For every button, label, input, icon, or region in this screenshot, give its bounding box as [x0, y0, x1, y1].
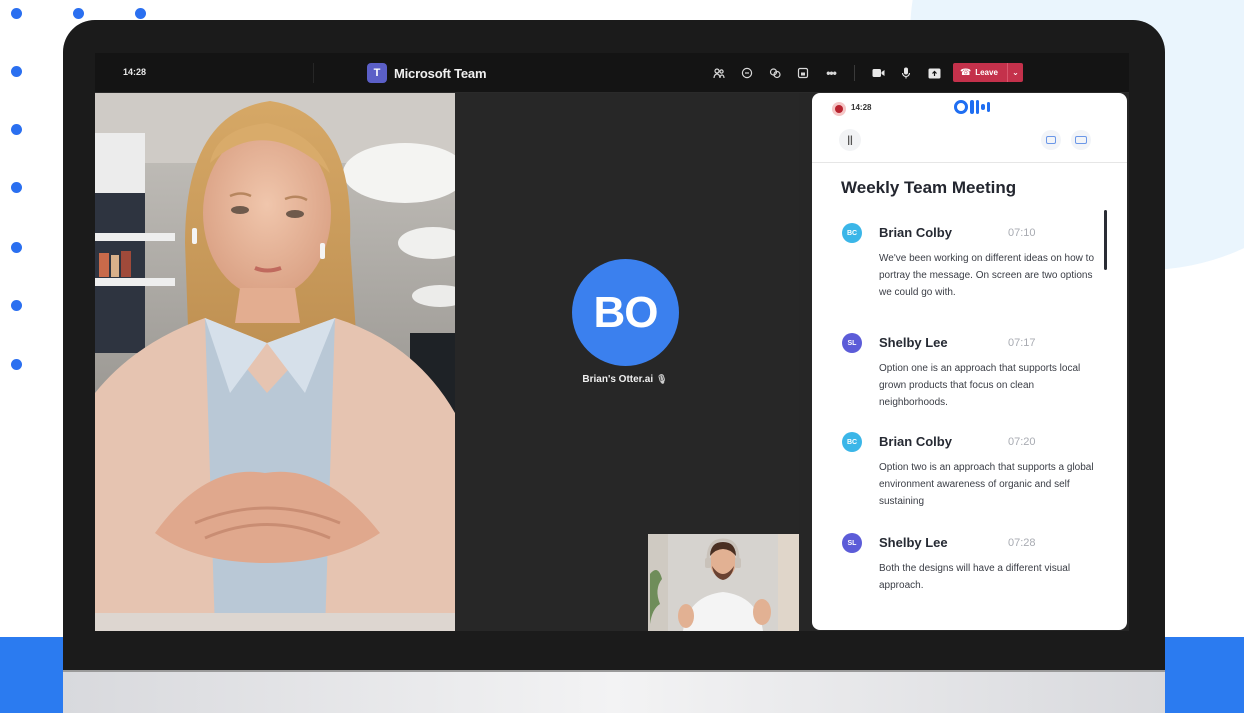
participants-icon [713, 68, 725, 79]
mic-off-icon: 🎙 [656, 374, 668, 384]
entry-timestamp: 07:20 [1008, 436, 1036, 448]
app-title: Microsoft Team [394, 65, 487, 81]
speaker-avatar: BC [842, 432, 862, 452]
chevron-down-icon[interactable]: ⌄ [1007, 63, 1023, 82]
captions-button[interactable] [1071, 130, 1091, 150]
participants-button[interactable] [710, 64, 728, 82]
teams-logo-icon: T [367, 63, 387, 83]
notes-button[interactable] [1041, 130, 1061, 150]
meeting-title: Weekly Team Meeting [841, 178, 1017, 197]
speaker-avatar: BC [842, 223, 862, 243]
decor-dot [11, 242, 22, 253]
camera-icon [872, 69, 884, 77]
decor-dot [11, 66, 22, 77]
entry-timestamp: 07:10 [1008, 227, 1036, 239]
decor-dot [135, 8, 146, 19]
entry-text: Both the designs will have a different v… [879, 563, 1071, 591]
share-screen-icon [928, 68, 940, 78]
entry-text: Option one is an approach that supports … [879, 363, 1081, 408]
speaker-name: Shelby Lee [879, 535, 948, 550]
more-icon: ••• [826, 66, 837, 80]
entry-timestamp: 07:17 [1008, 337, 1036, 349]
laptop-base [63, 670, 1165, 713]
react-button[interactable] [766, 64, 784, 82]
app-brand: T Microsoft Team [367, 61, 487, 85]
participant-name-label: Brian's Otter.ai 🎙 [545, 374, 705, 385]
more-options-button[interactable]: ••• [822, 64, 840, 82]
recording-indicator-icon [832, 102, 846, 116]
teams-toolbar: 14:28 T Microsoft Team ••• ☎ Leave ⌄ [95, 53, 1129, 93]
participant-video-tile[interactable] [95, 93, 455, 631]
chat-icon [741, 67, 753, 79]
recording-time: 14:28 [851, 103, 872, 112]
share-tray-icon [797, 67, 809, 79]
participant-video-man [648, 534, 799, 631]
decor-dot [11, 359, 22, 370]
participant-video-woman [95, 93, 455, 631]
pause-recording-button[interactable]: || [839, 129, 861, 151]
decor-dot [11, 124, 22, 135]
screen-bottom-edge [95, 631, 1129, 633]
otter-logo-icon [954, 98, 990, 116]
speaker-avatar: SL [842, 333, 862, 353]
transcript-scrollbar[interactable] [1104, 210, 1107, 270]
speaker-avatar: SL [842, 533, 862, 553]
camera-button[interactable] [869, 64, 887, 82]
decor-dot [11, 182, 22, 193]
participant-name: Brian's Otter.ai [582, 374, 654, 385]
share-screen-button[interactable] [925, 64, 943, 82]
chat-button[interactable] [738, 64, 756, 82]
speaker-name: Shelby Lee [879, 335, 948, 350]
react-icon [769, 68, 781, 79]
toolbar-divider [313, 63, 314, 83]
self-video-tile[interactable] [648, 534, 799, 631]
speaker-name: Brian Colby [879, 225, 952, 240]
hang-up-icon: ☎ [960, 67, 972, 77]
avatar: BO [572, 259, 679, 366]
otter-transcript-panel: 14:28 || Weekly Team Meeting BC Brian Co… [812, 93, 1127, 630]
share-tray-button[interactable] [794, 64, 812, 82]
entry-text: We've been working on different ideas on… [879, 253, 1095, 298]
entry-timestamp: 07:28 [1008, 537, 1036, 549]
mic-icon [901, 67, 911, 79]
meeting-time: 14:28 [123, 67, 147, 77]
leave-button[interactable]: ☎ Leave ⌄ [953, 63, 1023, 82]
notes-icon [1046, 136, 1056, 144]
decor-dot [11, 8, 22, 19]
speaker-name: Brian Colby [879, 434, 952, 449]
microphone-button[interactable] [897, 64, 915, 82]
decor-dot [11, 300, 22, 311]
decor-dot [73, 8, 84, 19]
laptop-mockup: 14:28 T Microsoft Team ••• ☎ Leave ⌄ BO … [63, 20, 1165, 713]
entry-text: Option two is an approach that supports … [879, 462, 1094, 507]
pause-icon: || [847, 134, 853, 146]
captions-icon [1075, 136, 1087, 144]
leave-label: Leave [975, 68, 998, 77]
toolbar-separator [854, 65, 855, 81]
teams-meeting-window: 14:28 T Microsoft Team ••• ☎ Leave ⌄ BO … [95, 53, 1129, 633]
otter-header: 14:28 || [812, 93, 1127, 163]
meeting-controls: ••• [710, 63, 943, 83]
